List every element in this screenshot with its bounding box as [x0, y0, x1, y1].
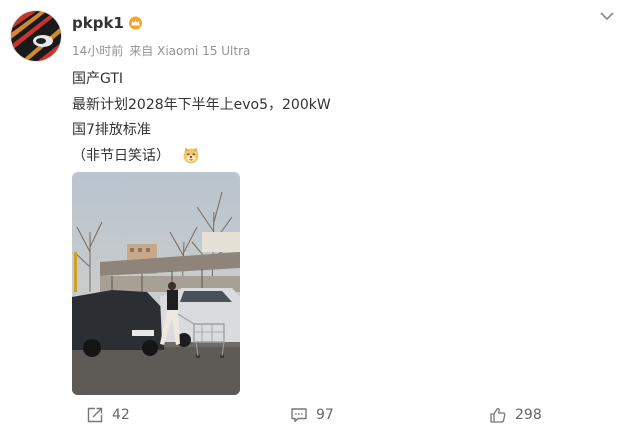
post-line-1: 国产GTI — [72, 71, 124, 87]
repost-count: 42 — [112, 407, 130, 423]
post-line-4: （非节日笑话） — [72, 144, 331, 170]
share-icon — [87, 407, 103, 423]
avatar-image — [11, 11, 61, 61]
post-time[interactable]: 14小时前 — [72, 42, 123, 59]
comment-icon — [291, 408, 307, 423]
comment-count: 97 — [316, 407, 334, 423]
like-button[interactable]: 298 — [489, 406, 542, 424]
post-line-3: 国7排放标准 — [72, 122, 151, 138]
avatar[interactable] — [10, 10, 62, 62]
post-meta: 14小时前 来自 Xiaomi 15 Ultra — [72, 42, 250, 59]
post-image[interactable] — [72, 172, 240, 395]
crown-badge-icon[interactable] — [128, 16, 143, 30]
post-line-2: 最新计划2028年下半年上evo5，200kW — [72, 96, 331, 113]
chevron-down-icon[interactable] — [597, 8, 617, 24]
doge-emoji-icon — [183, 147, 199, 163]
weibo-post-card: pkpk1 14小时前 来自 Xiaomi 15 Ultra 国产GTI 最新计… — [0, 0, 631, 438]
like-count: 298 — [515, 407, 542, 423]
post-source: 来自 Xiaomi 15 Ultra — [129, 44, 251, 58]
username-row: pkpk1 — [72, 14, 143, 32]
post-footer: 42 97 298 — [0, 400, 631, 432]
post-line-4-text: （非节日笑话） — [72, 147, 170, 164]
repost-button[interactable]: 42 — [86, 406, 130, 424]
post-image-content — [72, 172, 240, 395]
thumbs-up-icon — [490, 407, 506, 423]
username[interactable]: pkpk1 — [72, 14, 124, 32]
post-text: 国产GTI 最新计划2028年下半年上evo5，200kW 国7排放标准 （非节… — [72, 67, 331, 169]
comment-button[interactable]: 97 — [290, 406, 334, 424]
